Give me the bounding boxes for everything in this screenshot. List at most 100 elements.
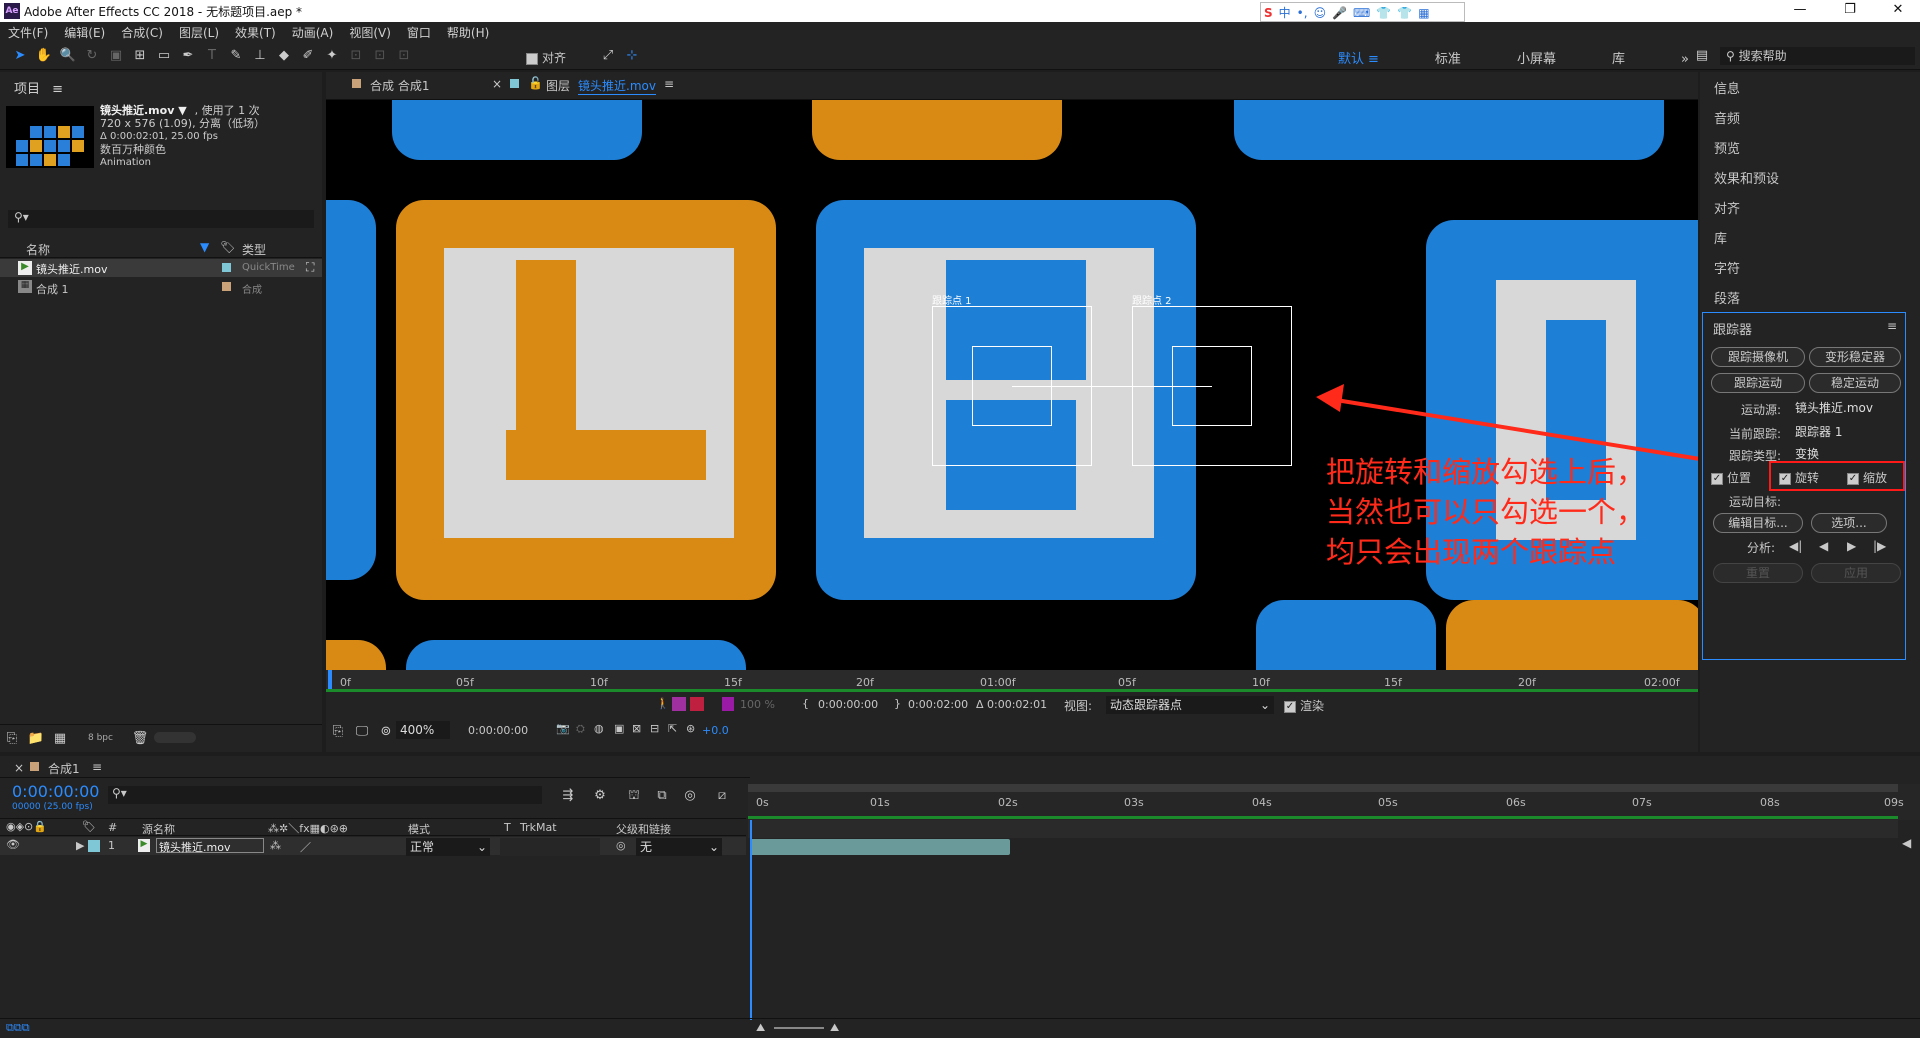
ime-item[interactable]: •, (1297, 6, 1308, 20)
workspace-more[interactable]: » (1681, 52, 1689, 67)
roi-icon[interactable]: ▣ (614, 722, 624, 735)
trkmat-dropdown[interactable] (500, 838, 600, 856)
switches-icon[interactable]: ⁂✲＼fx▦◐⊛⊕ (268, 820, 348, 836)
camera-tool-icon[interactable]: ▣ (107, 47, 125, 65)
vr-icon[interactable]: ⊚ (377, 723, 395, 741)
project-row[interactable]: ▶ 镜头推近.mov QuickTime ⛶ (0, 259, 322, 277)
collapse-switch-icon[interactable]: ⁂ (270, 839, 281, 852)
clone-stamp-tool-icon[interactable]: ⊥ (251, 47, 269, 65)
menu-window[interactable]: 窗口 (399, 22, 439, 43)
parent-dropdown[interactable]: 无 ⌄ (636, 838, 722, 856)
opacity-value[interactable]: 100 % (740, 698, 775, 711)
label-swatch[interactable] (88, 840, 100, 852)
bit-depth[interactable]: 8 bpc (88, 733, 113, 743)
sort-arrow-icon[interactable]: ▼ (200, 240, 209, 254)
hand-tool-icon[interactable]: ✋ (35, 47, 53, 65)
new-comp-icon[interactable]: ▦ (51, 730, 69, 748)
close-tab-icon[interactable]: × (14, 761, 24, 775)
ime-item[interactable]: ☺ (1314, 6, 1327, 20)
video-visibility-icon[interactable]: 👁 (6, 838, 20, 851)
zoom-tool-icon[interactable]: 🔍 (59, 47, 77, 65)
pan-behind-tool-icon[interactable]: ⊞ (131, 47, 149, 65)
delete-icon[interactable]: 🗑 (131, 730, 149, 748)
warp-stabilizer-button[interactable]: 变形稳定器 (1809, 347, 1901, 367)
render-checkbox[interactable]: ✓ (1284, 701, 1296, 713)
tracker-menu-icon[interactable]: ≡ (1887, 319, 1897, 333)
zoom-in-icon[interactable]: ⛰ (830, 1021, 839, 1035)
rotate-tool-icon[interactable]: ↻ (83, 47, 101, 65)
layer-mode-dropdown[interactable]: 正常 ⌄ (406, 838, 490, 856)
position-checkbox[interactable]: ✓ (1711, 472, 1723, 485)
timeline-menu-icon[interactable]: ≡ (92, 760, 102, 774)
tab-menu-icon[interactable]: ≡ (664, 77, 674, 91)
search-help-field[interactable]: ⚲ 搜索帮助 (1720, 47, 1915, 65)
panel-info[interactable]: 信息 (1714, 78, 1740, 97)
current-track-dropdown[interactable]: 跟踪器 1 (1791, 423, 1901, 441)
roto-brush-tool-icon[interactable]: ✐ (299, 47, 317, 65)
quality-switch-icon[interactable]: ／ (300, 839, 311, 855)
zoom-out-icon[interactable]: ⛰ (756, 1021, 765, 1035)
draft-3d-icon[interactable]: ⚙ (591, 787, 609, 805)
frame-blend-icon[interactable]: ⧉ (653, 787, 671, 805)
pickwhip-icon[interactable]: ◎ (616, 839, 626, 852)
rectangle-tool-icon[interactable]: ▭ (155, 47, 173, 65)
current-time-indicator[interactable] (750, 820, 752, 1020)
scale-checkbox[interactable]: ✓ (1847, 472, 1859, 485)
graph-editor-icon[interactable]: ⧄ (713, 787, 731, 805)
ime-item[interactable]: ▦ (1418, 6, 1429, 20)
ime-item[interactable]: S (1264, 6, 1273, 20)
world-axis-icon[interactable]: ⊡ (371, 47, 389, 65)
timeline-timecode[interactable]: 0:00:00:00 (12, 782, 99, 801)
ime-item[interactable]: 👕 (1397, 6, 1412, 20)
column-mode[interactable]: 模式 (408, 821, 430, 837)
panel-audio[interactable]: 音频 (1714, 108, 1740, 127)
column-name[interactable]: 名称 (26, 241, 50, 258)
new-folder-icon[interactable]: 📁 (27, 730, 45, 748)
rotation-checkbox[interactable]: ✓ (1779, 472, 1791, 485)
workspace-standard[interactable]: 标准 (1435, 52, 1461, 67)
column-parent[interactable]: 父级和链接 (616, 821, 671, 837)
workspace-menu-icon[interactable]: ≡ (1368, 52, 1379, 67)
show-snapshot-icon[interactable]: ⛭ (576, 722, 585, 736)
menu-file[interactable]: 文件(F) (0, 22, 56, 43)
zoom-dropdown[interactable]: 400% (396, 721, 450, 739)
in-time[interactable]: 0:00:00:00 (818, 698, 878, 711)
out-point-icon[interactable]: } (894, 697, 901, 710)
view-dropdown[interactable]: 动态跟踪器点 ⌄ (1106, 696, 1274, 714)
comp-mini-flowchart-icon[interactable]: ⇶ (559, 787, 577, 805)
project-row[interactable]: ▦ 合成 1 合成 (0, 278, 322, 296)
interpret-footage-icon[interactable]: ⎘ (3, 730, 21, 748)
exposure-reset-icon[interactable]: ⇱ (668, 722, 677, 735)
ime-item[interactable]: 中 (1279, 4, 1291, 21)
menu-composition[interactable]: 合成(C) (113, 22, 171, 43)
menu-layer[interactable]: 图层(L) (171, 22, 227, 43)
tab-composition[interactable]: 合成 合成1 (370, 77, 429, 94)
analyze-forward-one-icon[interactable]: |▶ (1873, 539, 1886, 553)
color-swatch[interactable] (722, 697, 734, 711)
type-tool-icon[interactable]: T (203, 47, 221, 65)
project-search-input[interactable]: ⚲▾ (8, 210, 314, 228)
transparency-grid-icon[interactable]: ⊠ (632, 722, 641, 735)
lock-icon[interactable]: 🔓 (528, 76, 543, 90)
maximize-button[interactable]: ❐ (1830, 2, 1870, 17)
timeline-ruler[interactable]: 0s 01s 02s 03s 04s 05s 06s 07s 08s 09s (748, 784, 1920, 820)
menu-edit[interactable]: 编辑(E) (56, 22, 113, 43)
snapshot-icon[interactable]: 📷 (556, 722, 570, 735)
column-number[interactable]: # (108, 821, 117, 834)
track-motion-button[interactable]: 跟踪运动 (1711, 373, 1805, 393)
apply-button[interactable]: 应用 (1811, 563, 1901, 583)
footer-toggle-icons[interactable]: ⧉⧉⧉ (6, 1021, 30, 1035)
ime-item[interactable]: ⌨ (1353, 6, 1370, 20)
panel-paragraph[interactable]: 段落 (1714, 288, 1740, 307)
monitor-icon[interactable]: 🖵 (353, 723, 371, 741)
thumbnail-slider[interactable] (154, 732, 196, 743)
workspace-library[interactable]: 库 (1612, 52, 1625, 67)
options-button[interactable]: 选项... (1811, 513, 1887, 533)
panel-library[interactable]: 库 (1714, 228, 1727, 247)
timeline-search-input[interactable]: ⚲▾ (108, 786, 542, 804)
snap-toggle[interactable]: 对齐 (526, 49, 566, 66)
layer-row[interactable]: 👁 ▶ 1 ▶ 镜头推近.mov ⁂ ／ 正常 ⌄ ◎ 无 ⌄ (0, 837, 746, 856)
tab-layer-prefix[interactable]: 图层 (546, 77, 570, 94)
in-point-icon[interactable]: { (802, 697, 809, 710)
timeline-tab[interactable]: 合成1 (48, 760, 80, 777)
